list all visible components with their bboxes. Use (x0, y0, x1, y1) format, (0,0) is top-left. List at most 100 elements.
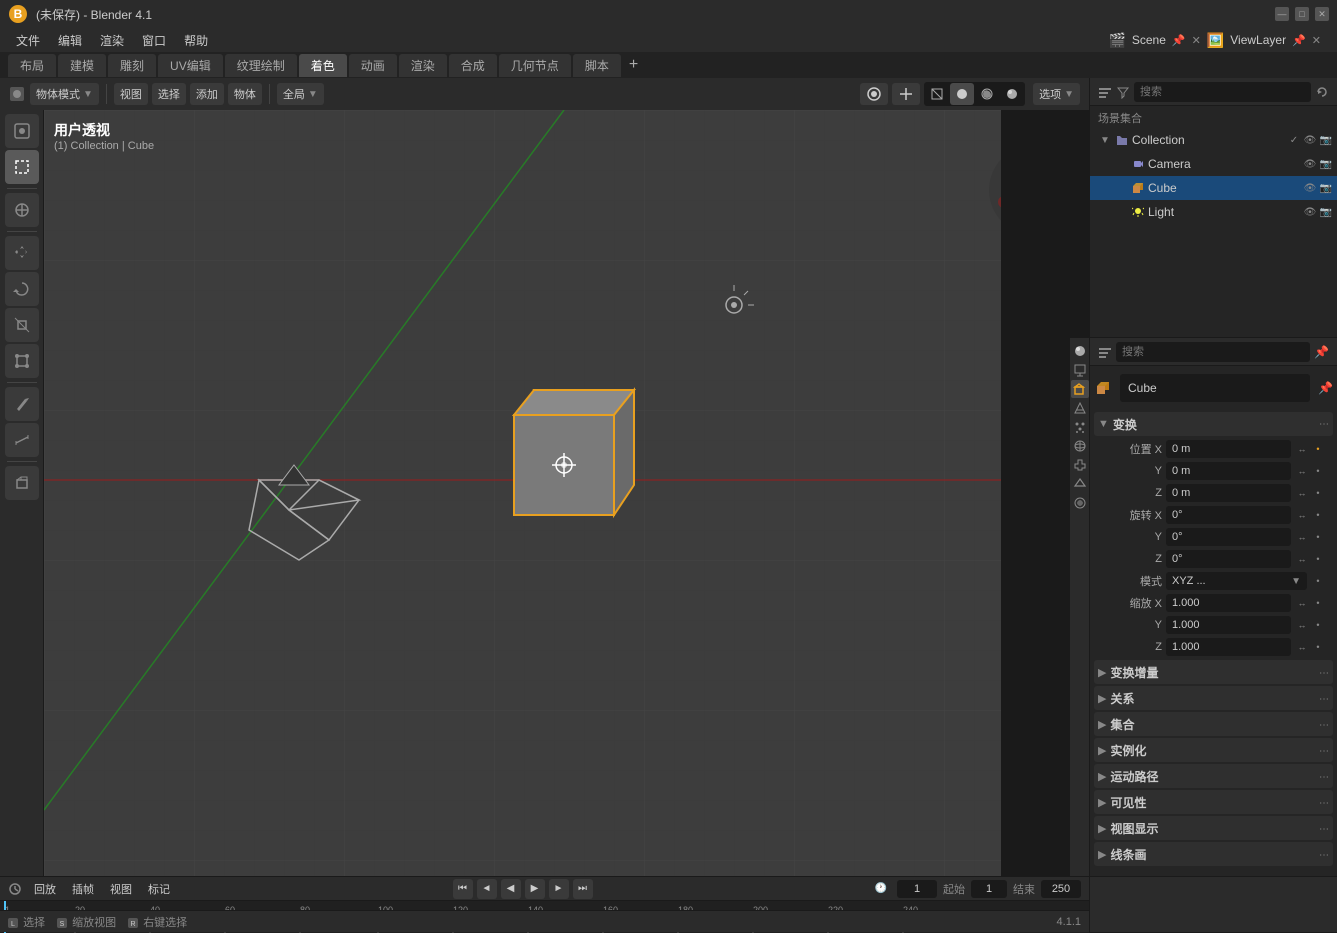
pos-y-dot[interactable]: • (1311, 464, 1325, 478)
collection-expand-icon[interactable]: ▼ (1100, 135, 1112, 146)
menu-file[interactable]: 文件 (8, 30, 48, 51)
tab-layout[interactable]: 布局 (8, 54, 56, 77)
prop-tab-particles[interactable] (1071, 418, 1089, 436)
tab-compositing[interactable]: 合成 (449, 54, 497, 77)
prop-tab-object[interactable] (1071, 380, 1089, 398)
viewport-3d[interactable]: X Y Z ✋ 📷 (44, 110, 1001, 876)
light-hide-render[interactable]: 📷 (1319, 205, 1333, 219)
collection-restrict-select[interactable]: ✓ (1287, 133, 1301, 147)
rot-z-dot[interactable]: • (1311, 552, 1325, 566)
tool-mode-select[interactable] (5, 114, 39, 148)
transform-options[interactable]: ⋯ (1319, 419, 1329, 430)
outliner-search-input[interactable] (1134, 82, 1311, 102)
rotation-mode-field[interactable]: XYZ ... ▼ (1166, 572, 1307, 590)
scale-z-field[interactable]: 1.000 (1166, 638, 1291, 656)
scale-x-field[interactable]: 1.000 (1166, 594, 1291, 612)
tool-rotate[interactable] (5, 272, 39, 306)
tab-texture-paint[interactable]: 纹理绘制 (225, 54, 297, 77)
tab-geometry-nodes[interactable]: 几何节点 (499, 54, 571, 77)
tool-measure[interactable] (5, 423, 39, 457)
tab-scripting[interactable]: 脚本 (573, 54, 621, 77)
motion-paths-header[interactable]: ▶ 运动路径 ⋯ (1094, 764, 1333, 788)
play-reverse-btn[interactable]: ◀ (501, 879, 521, 899)
gizmo-toggle-btn[interactable] (892, 83, 920, 105)
scene-selector[interactable]: Scene (1132, 33, 1166, 47)
tool-cursor[interactable] (5, 193, 39, 227)
delta-section-header[interactable]: ▶ 变换增量 ⋯ (1094, 660, 1333, 684)
prop-tab-constraints[interactable] (1071, 456, 1089, 474)
prop-object-name-field[interactable]: Cube (1120, 374, 1310, 402)
mode-dot[interactable]: • (1311, 574, 1325, 588)
render-shading[interactable] (1000, 83, 1024, 105)
prop-tab-output[interactable] (1071, 361, 1089, 379)
cube-hide-render[interactable]: 📷 (1319, 181, 1333, 195)
prop-tab-physics[interactable] (1071, 437, 1089, 455)
minimize-button[interactable]: — (1275, 7, 1289, 21)
light-hide-eye[interactable]: 👁 (1303, 205, 1317, 219)
viewlayer-close-icon[interactable]: ✕ (1312, 34, 1321, 47)
tool-annotate[interactable] (5, 387, 39, 421)
viewlayer-selector[interactable]: ViewLayer (1230, 33, 1286, 47)
scale-x-dot[interactable]: • (1311, 596, 1325, 610)
prev-frame-btn[interactable]: ◄ (477, 879, 497, 899)
jump-start-btn[interactable]: ⏮ (453, 879, 473, 899)
maximize-button[interactable]: □ (1295, 7, 1309, 21)
prop-object-pin[interactable]: 📌 (1318, 381, 1333, 395)
play-btn[interactable]: ▶ (525, 879, 545, 899)
tool-select-box[interactable] (5, 150, 39, 184)
rotation-y-field[interactable]: 0° (1166, 528, 1291, 546)
position-z-field[interactable]: 0 m (1166, 484, 1291, 502)
tool-move[interactable] (5, 236, 39, 270)
tool-scale[interactable] (5, 308, 39, 342)
relations-section-header[interactable]: ▶ 关系 ⋯ (1094, 686, 1333, 710)
transform-section-header[interactable]: ▼ 变换 ⋯ (1094, 412, 1333, 436)
viewport-display-options[interactable]: ⋯ (1319, 824, 1329, 835)
delta-options[interactable]: ⋯ (1319, 668, 1329, 679)
cube-hide-eye[interactable]: 👁 (1303, 181, 1317, 195)
outliner-item-light[interactable]: Light 👁 📷 (1090, 200, 1337, 224)
prop-tab-render[interactable] (1071, 342, 1089, 360)
tab-animation[interactable]: 动画 (349, 54, 397, 77)
instancing-section-header[interactable]: ▶ 实例化 ⋯ (1094, 738, 1333, 762)
instancing-options[interactable]: ⋯ (1319, 746, 1329, 757)
wireframe-shading[interactable] (925, 83, 949, 105)
collections-options[interactable]: ⋯ (1319, 720, 1329, 731)
menu-render[interactable]: 渲染 (92, 30, 132, 51)
camera-hide-eye[interactable]: 👁 (1303, 157, 1317, 171)
next-frame-btn[interactable]: ► (549, 879, 569, 899)
collection-hide-render[interactable]: 📷 (1319, 133, 1333, 147)
global-toggle[interactable]: 全局 ▼ (277, 83, 324, 105)
frame-start-input[interactable] (971, 880, 1007, 898)
menu-edit[interactable]: 编辑 (50, 30, 90, 51)
collections-section-header[interactable]: ▶ 集合 ⋯ (1094, 712, 1333, 736)
properties-pin-icon[interactable]: 📌 (1314, 345, 1329, 359)
rot-x-dot[interactable]: • (1311, 508, 1325, 522)
frame-end-input[interactable] (1041, 880, 1081, 898)
position-x-field[interactable]: 0 m (1166, 440, 1291, 458)
current-frame-input[interactable] (897, 880, 937, 898)
material-shading[interactable] (975, 83, 999, 105)
visibility-options[interactable]: ⋯ (1319, 798, 1329, 809)
outliner-sync-icon[interactable] (1315, 85, 1329, 99)
camera-hide-render[interactable]: 📷 (1319, 157, 1333, 171)
scale-z-dot[interactable]: • (1311, 640, 1325, 654)
outliner-item-collection[interactable]: ▼ Collection ✓ 👁 📷 (1090, 128, 1337, 152)
rotation-x-field[interactable]: 0° (1166, 506, 1291, 524)
relations-options[interactable]: ⋯ (1319, 694, 1329, 705)
tool-add-cube[interactable] (5, 466, 39, 500)
jump-end-btn[interactable]: ⏭ (573, 879, 593, 899)
line-art-header[interactable]: ▶ 线条画 ⋯ (1094, 842, 1333, 866)
outliner-item-cube[interactable]: Cube 👁 📷 (1090, 176, 1337, 200)
properties-search-input[interactable] (1116, 342, 1310, 362)
scale-y-dot[interactable]: • (1311, 618, 1325, 632)
options-toggle[interactable]: 选项 ▼ (1033, 83, 1080, 105)
tab-render[interactable]: 渲染 (399, 54, 447, 77)
prop-tab-object-data[interactable] (1071, 475, 1089, 493)
timeline-marker-menu[interactable]: 标记 (144, 878, 174, 900)
timeline-view-menu[interactable]: 视图 (106, 878, 136, 900)
pos-z-dot[interactable]: • (1311, 486, 1325, 500)
close-button[interactable]: ✕ (1315, 7, 1329, 21)
tab-modeling[interactable]: 建模 (58, 54, 106, 77)
viewport-display-header[interactable]: ▶ 视图显示 ⋯ (1094, 816, 1333, 840)
outliner-item-camera[interactable]: Camera 👁 📷 (1090, 152, 1337, 176)
